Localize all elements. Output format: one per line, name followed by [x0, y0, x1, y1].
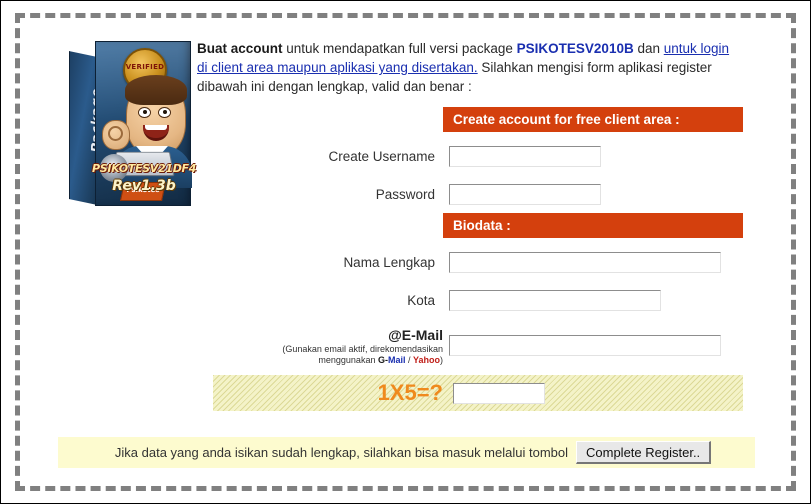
email-note-gmail-mail: Mail [387, 355, 406, 365]
email-label-block: @E-Mail (Gunakan email aktif, direkomend… [216, 327, 443, 366]
intro-paragraph: Buat account untuk mendapatkan full vers… [197, 39, 742, 96]
intro-bold-lead: Buat account [197, 41, 283, 56]
label-password: Password [375, 187, 435, 202]
email-note-close-paren: ) [440, 355, 443, 365]
email-note-line-2-prefix: menggunakan [318, 355, 378, 365]
intro-brand-name: PSIKOTESV2010B [516, 41, 634, 56]
label-kota: Kota [407, 293, 435, 308]
input-kota[interactable] [449, 290, 661, 311]
label-nama-lengkap: Nama Lengkap [343, 255, 435, 270]
email-note-separator: / [405, 355, 413, 365]
mascot-pupil-right-icon [163, 110, 167, 114]
input-nama-lengkap[interactable] [449, 252, 721, 273]
mascot-mouth-icon [143, 125, 169, 141]
ok-gesture-icon [108, 126, 123, 141]
label-email: @E-Mail [388, 327, 443, 343]
mascot-eye-left-icon [138, 107, 151, 118]
email-note-yahoo: Yahoo [412, 355, 440, 365]
registration-page: Package VERIFIED Psikote [0, 0, 811, 504]
input-password[interactable] [449, 184, 601, 205]
product-box-image: Package VERIFIED Psikote [69, 41, 196, 206]
product-box-revision: Rev1.3b [112, 178, 176, 194]
label-create-username: Create Username [328, 149, 435, 164]
input-create-username[interactable] [449, 146, 601, 167]
intro-text-2: dan [633, 41, 664, 56]
bottom-action-bar: Jika data yang anda isikan sudah lengkap… [58, 437, 755, 468]
input-email[interactable] [449, 335, 721, 356]
complete-register-button[interactable]: Complete Register.. [576, 441, 712, 464]
input-captcha-answer[interactable] [453, 383, 545, 404]
section-header-biodata: Biodata : [443, 213, 743, 238]
mascot-hair-icon [125, 75, 187, 105]
product-box-front: VERIFIED Psikotes PSIKOTESV21DF4 Rev1.3b [92, 41, 196, 206]
verified-badge-label: VERIFIED [125, 63, 165, 71]
product-box-title: PSIKOTESV21DF4 [92, 162, 197, 175]
section-header-create-account: Create account for free client area : [443, 107, 743, 132]
mascot-eye-right-icon [158, 107, 171, 118]
mascot-face-icon [125, 75, 187, 156]
email-note-gmail-g: G- [377, 355, 388, 365]
mascot-teeth-icon [145, 125, 167, 130]
email-note-line-1: (Gunakan email aktif, direkomendasikan [282, 344, 443, 354]
mascot-pupil-left-icon [143, 110, 147, 114]
email-recommendation-note: (Gunakan email aktif, direkomendasikan me… [216, 344, 443, 366]
mascot-ok-hand-icon [102, 120, 130, 150]
intro-text-1: untuk mendapatkan full versi package [282, 41, 517, 56]
captcha-question-text: 1X5=? [377, 380, 443, 405]
bottom-instruction-text: Jika data yang anda isikan sudah lengkap… [114, 445, 568, 460]
captcha-panel: 1X5=? [213, 375, 743, 411]
